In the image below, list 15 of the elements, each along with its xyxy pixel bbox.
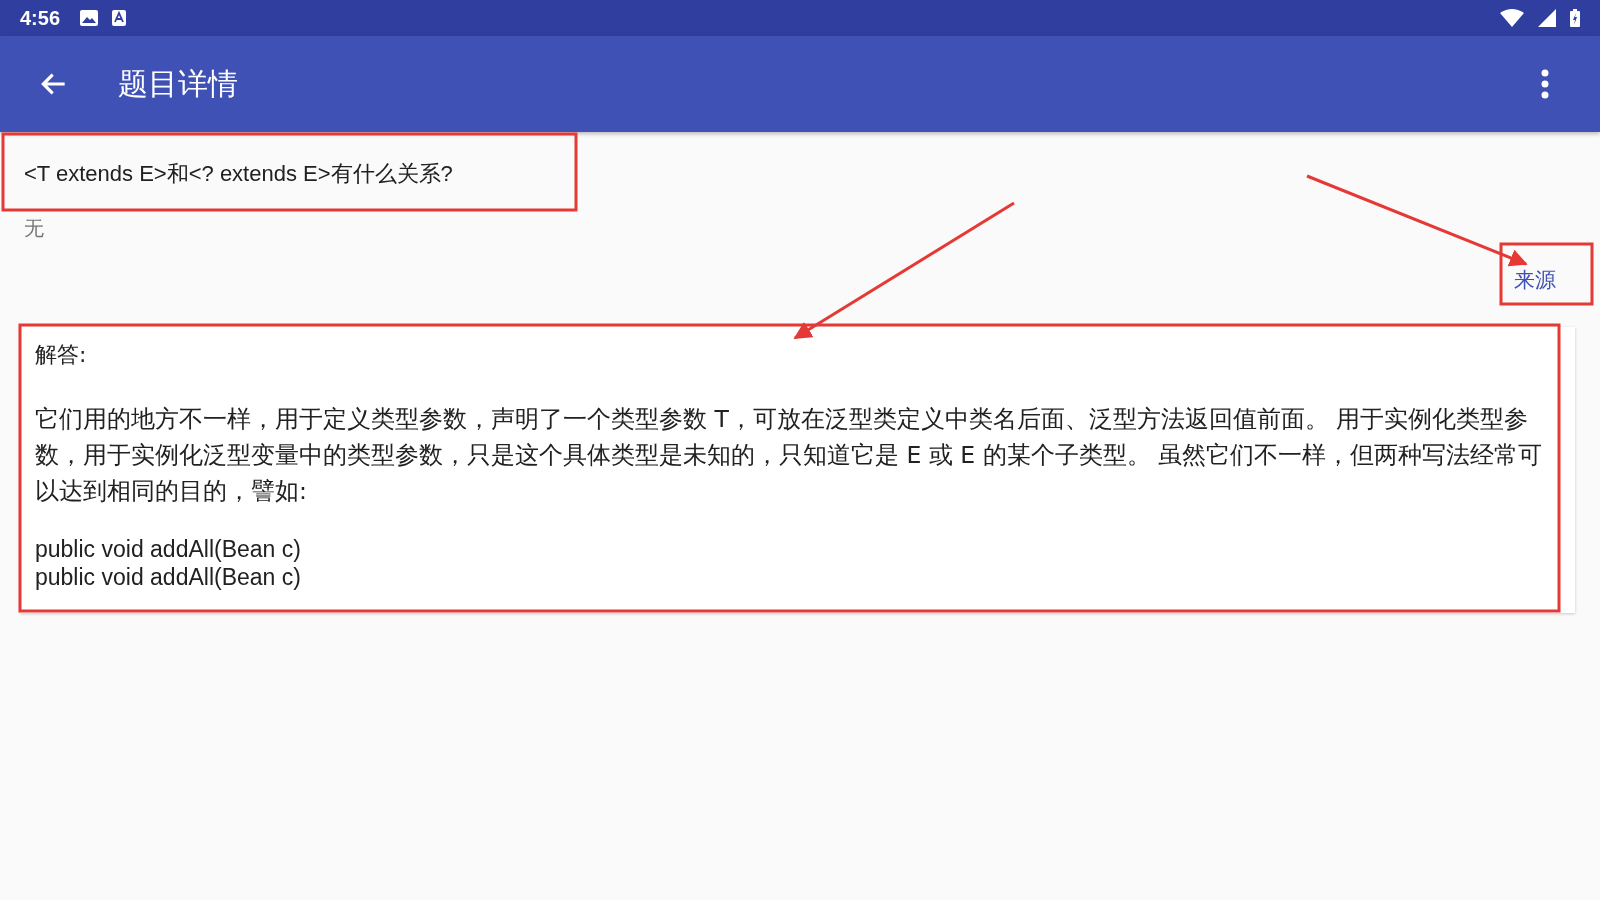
wifi-icon (1500, 9, 1524, 27)
answer-heading: 解答: (35, 343, 88, 367)
picture-icon (80, 10, 99, 26)
more-icon[interactable] (1540, 69, 1550, 99)
question-title: <T extends E>和<? extends E>有什么关系? (24, 160, 454, 188)
text-icon (112, 10, 127, 26)
signal-icon (1538, 9, 1556, 27)
screen-title: 题目详情 (118, 64, 238, 103)
question-note: 无 (24, 216, 45, 240)
source-link[interactable]: 来源 (1514, 268, 1556, 292)
answer-paragraph: 它们用的地方不一样，用于定义类型参数，声明了一个类型参数 T，可放在泛型类定义中类名后面、泛型方法返回值前面。 用于实例化类型参数，用于实例化泛型变量中的类型参数，只是这个具体类型是未知的，只知道它是 E 或 E 的某个子类型。 虽然它们不一样，但两种写法经常可以达到相同的目的，譬如: (35, 404, 1544, 507)
status-time: 4:56 (20, 6, 61, 30)
code-line: public void addAll(Bean c) (35, 563, 302, 591)
code-line: public void addAll(Bean c) (35, 535, 302, 563)
battery-icon (1570, 9, 1580, 27)
